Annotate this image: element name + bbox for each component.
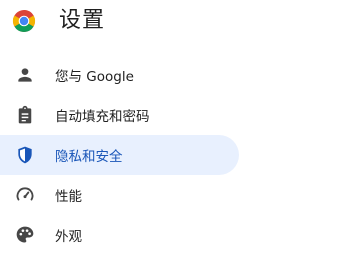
sidebar-item-performance[interactable]: 性能 bbox=[0, 175, 239, 215]
chrome-logo-icon bbox=[12, 9, 36, 33]
sidebar-item-label: 性能 bbox=[55, 189, 82, 205]
clipboard-icon bbox=[13, 103, 37, 127]
settings-sidebar: 您与 Google 自动填充和密码 隐私和安全 性能 外观 bbox=[0, 55, 349, 253]
sidebar-item-autofill-passwords[interactable]: 自动填充和密码 bbox=[0, 95, 239, 135]
shield-icon bbox=[13, 143, 37, 167]
sidebar-item-label: 隐私和安全 bbox=[55, 149, 123, 165]
person-icon bbox=[13, 63, 37, 87]
sidebar-item-appearance[interactable]: 外观 bbox=[0, 215, 239, 253]
page-title: 设置 bbox=[59, 8, 106, 33]
settings-header: 设置 bbox=[12, 6, 105, 36]
settings-window: 设置 您与 Google 自动填充和密码 隐私和安全 性能 外观 bbox=[0, 0, 349, 253]
palette-icon bbox=[13, 223, 37, 247]
sidebar-item-label: 自动填充和密码 bbox=[55, 109, 150, 125]
sidebar-item-label: 外观 bbox=[55, 229, 82, 245]
speedometer-icon bbox=[13, 183, 37, 207]
sidebar-item-privacy-security[interactable]: 隐私和安全 bbox=[0, 135, 239, 175]
sidebar-item-label: 您与 Google bbox=[55, 69, 134, 85]
sidebar-item-you-and-google[interactable]: 您与 Google bbox=[0, 55, 239, 95]
